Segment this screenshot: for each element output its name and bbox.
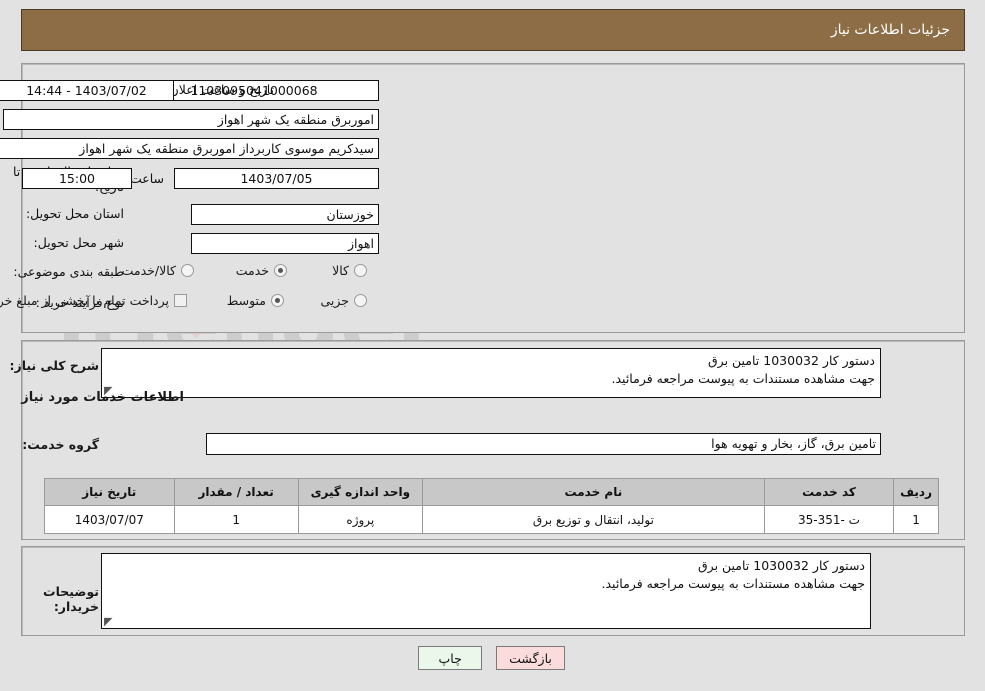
radio-icon-jozii[interactable] bbox=[355, 294, 368, 307]
buyer-org-value[interactable]: اموربرق منطقه یک شهر اهواز bbox=[4, 109, 380, 130]
service-section-heading: اطلاعات خدمات مورد نیاز bbox=[22, 390, 185, 405]
cell-radif: 1 bbox=[894, 505, 940, 534]
summary-line-2: جهت مشاهده مستندات به پیوست مراجعه فرمائ… bbox=[612, 371, 876, 386]
service-group-value[interactable]: تامین برق، گاز، بخار و تهویه هوا bbox=[207, 433, 882, 455]
classification-option-kala-khedmat[interactable]: کالا/خدمت bbox=[118, 263, 195, 278]
city-label: شهر محل تحویل: bbox=[34, 235, 125, 250]
page-title-bar: جزئیات اطلاعات نیاز bbox=[22, 9, 966, 51]
cell-name: تولید، انتقال و توزیع برق bbox=[422, 505, 766, 534]
treasury-bond-checkbox[interactable] bbox=[175, 294, 188, 307]
radio-icon-kala[interactable] bbox=[355, 264, 368, 277]
resize-grip-icon-notes[interactable]: ◥ bbox=[105, 615, 115, 628]
treasury-bond-checkbox-text: پرداخت تمام یا بخشی از مبلغ خرید،از محل … bbox=[0, 293, 170, 308]
city-row: شهر محل تحویل: bbox=[35, 235, 125, 250]
province-label: استان محل تحویل: bbox=[26, 206, 125, 221]
buyer-notes-line-1: دستور کار 1030032 تامین برق bbox=[698, 558, 866, 573]
back-button[interactable]: بازگشت bbox=[497, 646, 566, 670]
classification-label: طبقه بندی موضوعی: bbox=[14, 264, 125, 279]
summary-textarea[interactable]: دستور کار 1030032 تامین برق جهت مشاهده م… bbox=[102, 348, 882, 398]
buyer-notes-textarea[interactable]: دستور کار 1030032 تامین برق جهت مشاهده م… bbox=[102, 553, 872, 629]
action-button-bar: بازگشت چاپ bbox=[0, 646, 985, 670]
announce-date-value[interactable]: 1403/07/02 - 14:44 bbox=[0, 80, 175, 101]
purchase-type-option-jozii-label: جزیی bbox=[321, 293, 350, 308]
service-group-label: گروه خدمت: bbox=[23, 437, 100, 452]
col-code: کد خدمت bbox=[764, 478, 896, 506]
deadline-time-label: ساعت bbox=[130, 171, 165, 186]
city-value[interactable]: اهواز bbox=[192, 233, 380, 254]
request-creator-value[interactable]: سیدکریم موسوی کاربرداز اموربرق منطقه یک … bbox=[0, 138, 380, 159]
col-qty: تعداد / مقدار bbox=[174, 478, 300, 506]
province-row: استان محل تحویل: bbox=[27, 206, 125, 221]
deadline-time-value[interactable]: 15:00 bbox=[23, 168, 133, 189]
services-table: ردیف کد خدمت نام خدمت واحد اندازه گیری ت… bbox=[45, 478, 940, 534]
purchase-type-option-motavaset-label: متوسط bbox=[227, 293, 267, 308]
buyer-notes-label: توضیحات خریدار: bbox=[44, 584, 100, 614]
treasury-bond-checkbox-group[interactable]: پرداخت تمام یا بخشی از مبلغ خرید،از محل … bbox=[0, 293, 188, 308]
col-radif: ردیف bbox=[894, 478, 940, 506]
page-title: جزئیات اطلاعات نیاز bbox=[831, 22, 951, 38]
summary-line-1: دستور کار 1030032 تامین برق bbox=[708, 353, 876, 368]
summary-label: شرح کلی نیاز: bbox=[10, 358, 100, 373]
purchase-type-option-motavaset[interactable]: متوسط bbox=[223, 293, 285, 308]
radio-icon-khedmat[interactable] bbox=[275, 264, 288, 277]
deadline-date-value[interactable]: 1403/07/05 bbox=[175, 168, 380, 189]
table-row[interactable]: 1 ت -351-35 تولید، انتقال و توزیع برق پر… bbox=[45, 505, 940, 534]
buyer-notes-line-2: جهت مشاهده مستندات به پیوست مراجعه فرمائ… bbox=[602, 576, 866, 591]
col-name: نام خدمت bbox=[422, 478, 766, 506]
table-header-row: ردیف کد خدمت نام خدمت واحد اندازه گیری ت… bbox=[45, 478, 940, 506]
cell-need-date: 1403/07/07 bbox=[45, 505, 176, 534]
classification-option-khedmat-label: خدمت bbox=[236, 263, 270, 278]
col-unit: واحد اندازه گیری bbox=[298, 478, 424, 506]
col-need-date: تاریخ نیاز bbox=[45, 478, 176, 506]
province-value[interactable]: خوزستان bbox=[192, 204, 380, 225]
radio-icon-motavaset[interactable] bbox=[272, 294, 285, 307]
classification-row: طبقه بندی موضوعی: bbox=[14, 264, 125, 279]
cell-code: ت -351-35 bbox=[764, 505, 896, 534]
page-root: nTender AnaTender.net جزئیات اطلاعات نیا… bbox=[0, 0, 985, 691]
classification-option-kala-label: کالا bbox=[333, 263, 350, 278]
classification-option-khedmat[interactable]: خدمت bbox=[232, 263, 288, 278]
print-button[interactable]: چاپ bbox=[419, 646, 484, 670]
classification-option-kala-khedmat-label: کالا/خدمت bbox=[122, 263, 177, 278]
radio-icon-kala-khedmat[interactable] bbox=[182, 264, 195, 277]
classification-option-kala[interactable]: کالا bbox=[328, 263, 368, 278]
purchase-type-option-jozii[interactable]: جزیی bbox=[316, 293, 368, 308]
cell-unit: پروژه bbox=[298, 505, 424, 534]
cell-qty: 1 bbox=[174, 505, 300, 534]
